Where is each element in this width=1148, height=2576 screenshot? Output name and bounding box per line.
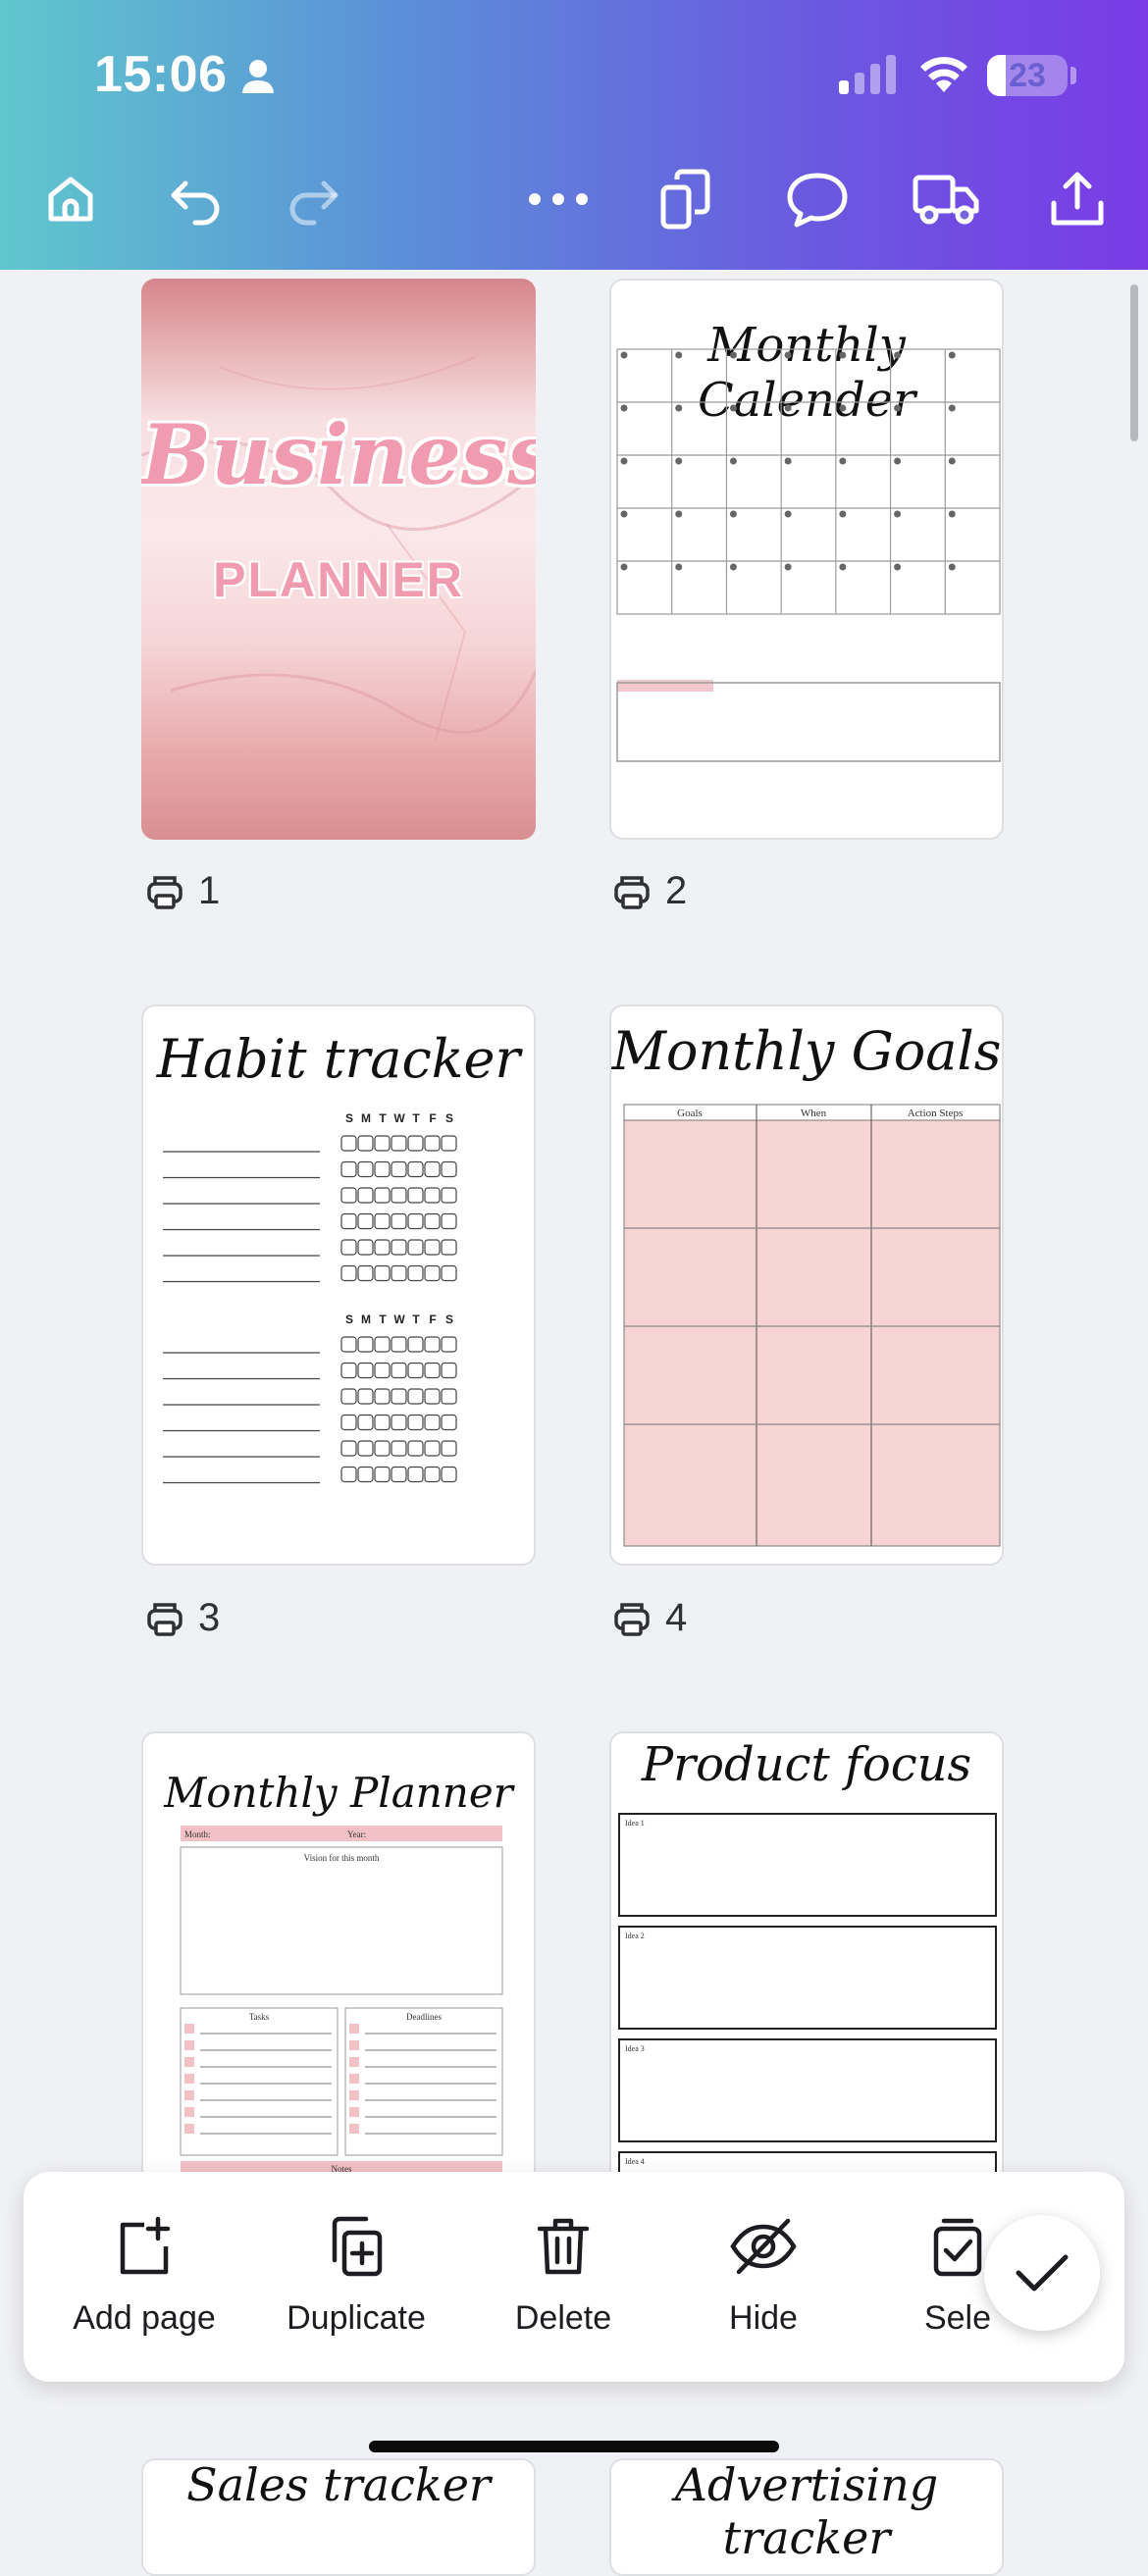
undo-button[interactable] — [161, 165, 230, 233]
svg-text:T: T — [379, 1313, 387, 1326]
page-thumbnail-3[interactable]: Habit tracker SMTWTFSSMTWTFS — [141, 1005, 536, 1566]
more-icon — [529, 193, 588, 205]
svg-text:T: T — [379, 1111, 387, 1125]
svg-text:M: M — [361, 1313, 371, 1326]
hide-button[interactable]: Hide — [665, 2215, 861, 2338]
svg-text:S: S — [445, 1313, 453, 1326]
signal-icon — [839, 55, 896, 94]
page-3-label[interactable]: 3 — [145, 1596, 220, 1640]
done-button[interactable] — [984, 2215, 1100, 2331]
home-button[interactable] — [36, 165, 105, 233]
page-number: 4 — [665, 1596, 688, 1639]
add-page-button[interactable]: Add page — [46, 2215, 242, 2338]
truck-icon — [913, 175, 979, 225]
pages-icon — [660, 169, 710, 230]
wifi-icon — [920, 57, 967, 92]
share-button[interactable] — [1043, 165, 1112, 233]
comment-icon — [787, 173, 848, 228]
person-icon — [242, 60, 274, 93]
select-label: Sele — [923, 2299, 992, 2337]
delete-label: Delete — [514, 2299, 612, 2337]
page-number: 3 — [198, 1596, 221, 1639]
page-thumbnail-4[interactable]: Monthly Goals Goals When Action Steps — [609, 1005, 1004, 1566]
svg-text:S: S — [345, 1313, 353, 1326]
svg-text:Vision for this month: Vision for this month — [304, 1853, 380, 1863]
page-thumbnail-2[interactable]: Monthly Calender — [609, 279, 1004, 840]
print-icon — [614, 1602, 650, 1636]
home-icon — [48, 177, 93, 222]
redo-icon — [289, 180, 339, 226]
svg-text:T: T — [412, 1111, 420, 1125]
page-1-subtitle: PLANNER — [213, 552, 464, 607]
svg-text:W: W — [393, 1313, 405, 1326]
when-column-header: When — [801, 1108, 827, 1119]
hide-label: Hide — [729, 2299, 798, 2337]
svg-text:W: W — [393, 1111, 405, 1125]
svg-text:Deadlines: Deadlines — [406, 2012, 442, 2022]
print-icon — [614, 875, 650, 909]
page-1-title: Business — [141, 406, 536, 503]
page-thumbnail-8[interactable]: Advertising tracker — [609, 2458, 1004, 2576]
undo-icon — [171, 180, 220, 226]
goals-table: Goals When Action Steps — [623, 1104, 1001, 1547]
print-icon — [147, 875, 183, 909]
pages-button[interactable] — [654, 165, 723, 233]
hide-icon — [730, 2218, 797, 2275]
delete-button[interactable]: Delete — [465, 2215, 661, 2338]
svg-text:Year:: Year: — [347, 1829, 366, 1839]
page-1-label[interactable]: 1 — [145, 869, 220, 913]
top-app-bar: 15:06 23 — [0, 0, 1148, 270]
battery-icon: 23 — [987, 55, 1068, 96]
page-thumbnail-7[interactable]: Sales tracker — [141, 2458, 536, 2576]
print-delivery-button[interactable] — [912, 165, 980, 233]
svg-text:Idea 3: Idea 3 — [625, 2044, 645, 2053]
battery-tip — [1070, 67, 1076, 84]
svg-text:S: S — [345, 1111, 353, 1125]
duplicate-label: Duplicate — [287, 2299, 426, 2337]
calendar-grid — [616, 348, 1001, 762]
action-steps-column-header: Action Steps — [908, 1108, 964, 1119]
add-page-icon — [120, 2216, 171, 2275]
page-8-title: Advertising tracker — [674, 2458, 939, 2564]
status-time: 15:06 — [94, 46, 228, 103]
page-2-label[interactable]: 2 — [612, 869, 687, 913]
svg-text:Idea 1: Idea 1 — [625, 1819, 645, 1828]
redo-button[interactable] — [280, 165, 348, 233]
scrollbar[interactable] — [1130, 284, 1138, 441]
share-icon — [1051, 172, 1104, 226]
svg-text:M: M — [361, 1111, 371, 1125]
svg-text:F: F — [429, 1313, 436, 1326]
goals-column-header: Goals — [677, 1108, 703, 1119]
select-icon — [933, 2218, 982, 2277]
trash-icon — [537, 2218, 590, 2275]
page-thumbnail-1[interactable]: Business PLANNER — [141, 279, 536, 840]
print-icon — [147, 1602, 183, 1636]
comment-button[interactable] — [783, 165, 852, 233]
svg-text:T: T — [412, 1313, 420, 1326]
svg-text:Tasks: Tasks — [249, 2012, 270, 2022]
page-actions-sheet: Add page Duplicate Delete Hide Sele — [24, 2172, 1124, 2382]
page-7-title: Sales tracker — [186, 2458, 491, 2511]
more-button[interactable] — [524, 165, 593, 233]
duplicate-button[interactable]: Duplicate — [258, 2215, 454, 2338]
habit-grid: S M T W T F SS M T W T F S — [163, 1111, 457, 1484]
page-number: 2 — [665, 869, 688, 912]
duplicate-icon — [332, 2216, 383, 2277]
svg-text:Idea 2: Idea 2 — [625, 1932, 645, 1940]
page-number: 1 — [198, 869, 221, 912]
home-indicator — [369, 2441, 779, 2452]
svg-text:Month:: Month: — [184, 1829, 211, 1839]
svg-text:Idea 4: Idea 4 — [625, 2157, 645, 2166]
add-page-label: Add page — [73, 2299, 216, 2337]
checkmark-icon — [1016, 2254, 1069, 2292]
svg-text:S: S — [445, 1111, 453, 1125]
page-4-label[interactable]: 4 — [612, 1596, 687, 1640]
svg-text:F: F — [429, 1111, 436, 1125]
